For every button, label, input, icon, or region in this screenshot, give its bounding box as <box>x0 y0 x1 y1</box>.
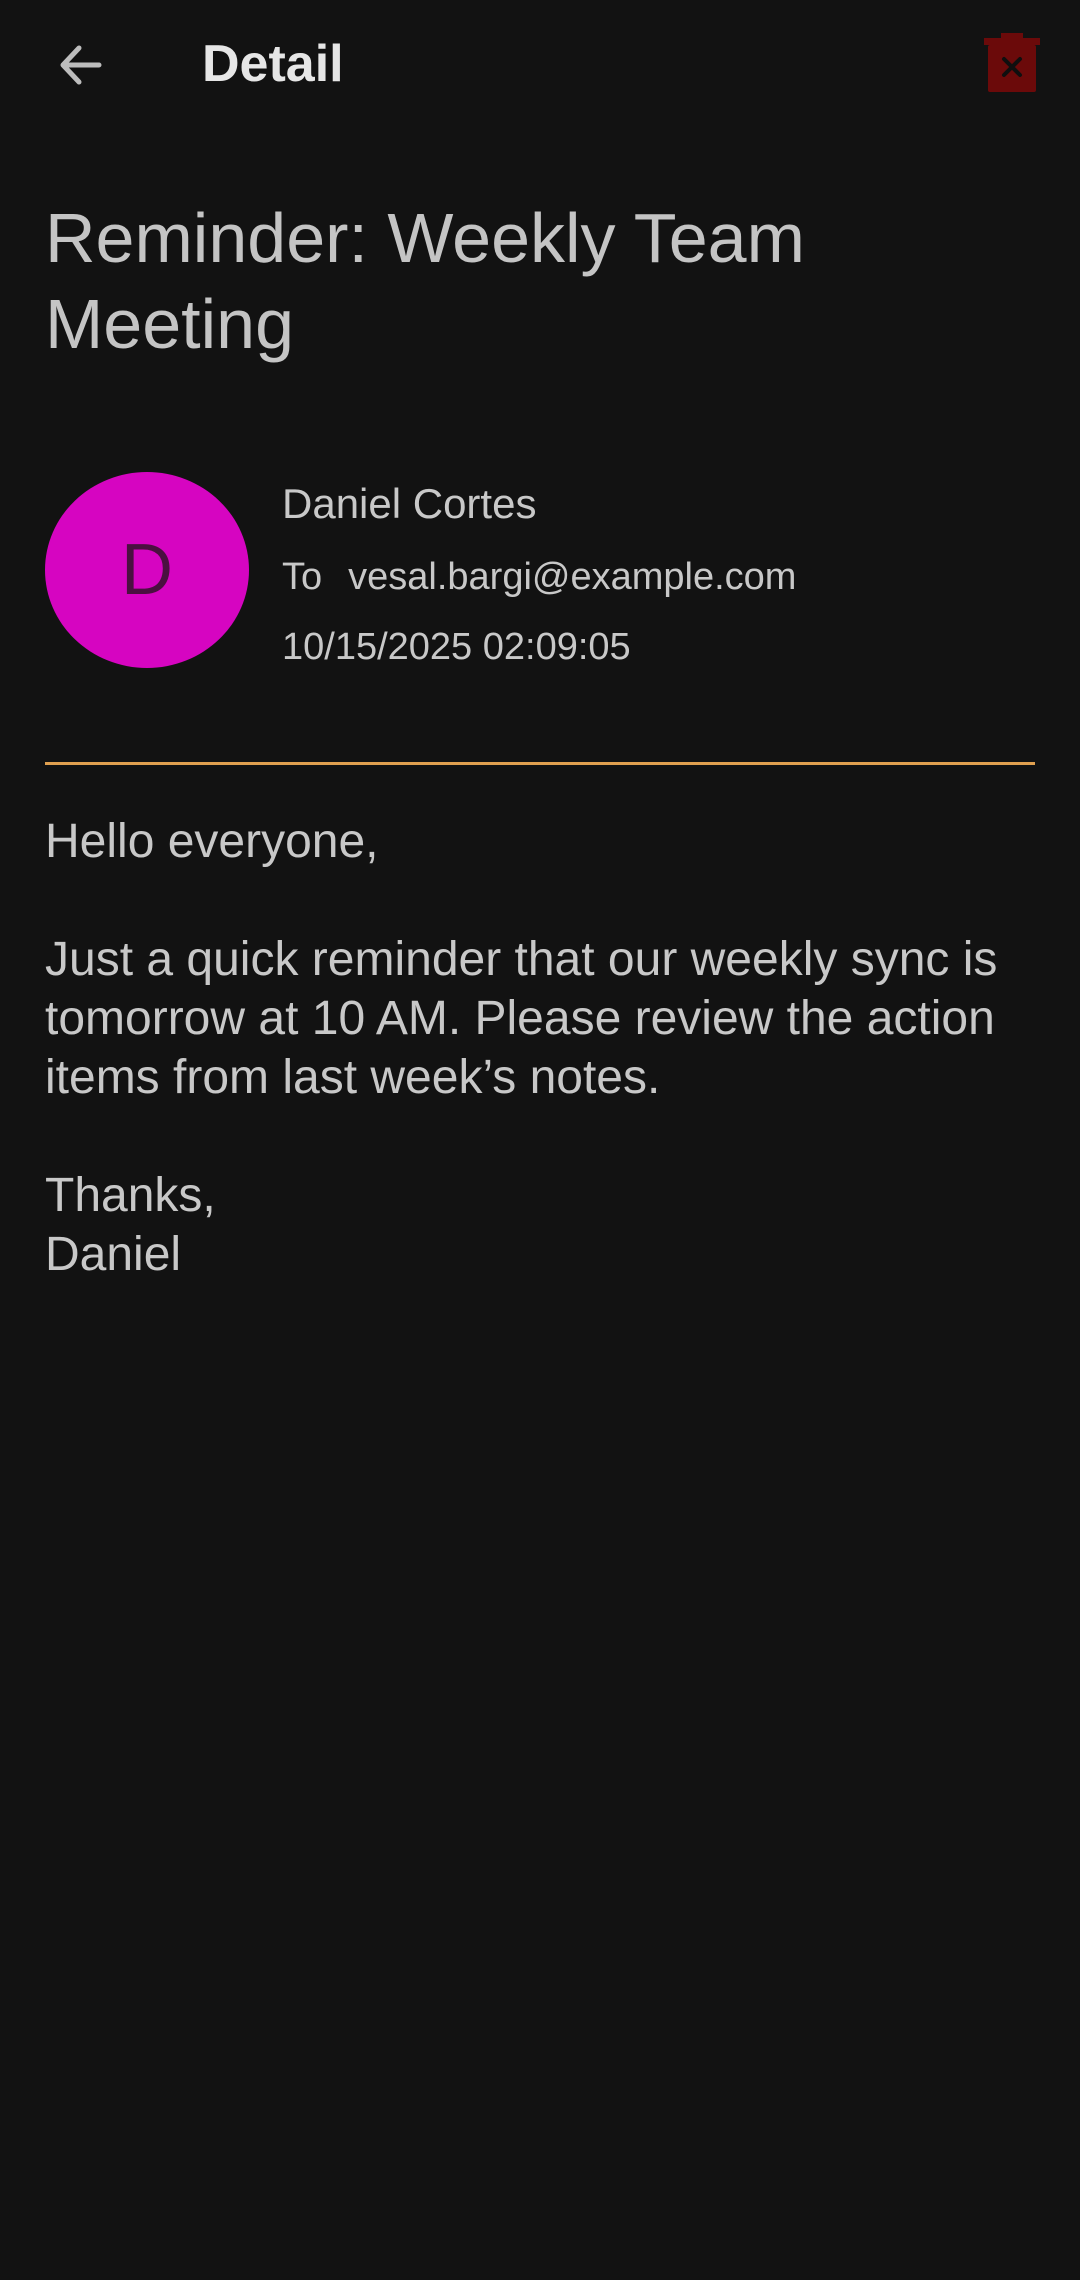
recipient-row: To vesal.bargi@example.com <box>282 552 796 602</box>
page-title: Detail <box>202 35 344 93</box>
sender-name: Daniel Cortes <box>282 480 537 527</box>
body-greeting: Hello everyone, <box>45 815 379 868</box>
app-bar: Detail <box>0 0 1080 130</box>
to-label: To <box>282 556 323 598</box>
email-body: Hello everyone, Just a quick reminder th… <box>45 812 1035 1284</box>
divider <box>45 762 1035 765</box>
body-paragraph: Just a quick reminder that our weekly sy… <box>45 933 998 1104</box>
arrow-left-icon <box>60 45 102 85</box>
body-signature: Daniel <box>45 1228 182 1281</box>
email-datetime: 10/15/2025 02:09:05 <box>282 626 631 668</box>
body-closing: Thanks, <box>45 1169 216 1222</box>
email-subject: Reminder: Weekly Team Meeting <box>45 199 805 363</box>
trash-icon <box>984 33 1040 92</box>
recipient-email: vesal.bargi@example.com <box>348 556 797 598</box>
avatar[interactable]: D <box>45 472 249 668</box>
back-button[interactable] <box>45 30 115 100</box>
delete-button[interactable] <box>982 30 1042 95</box>
